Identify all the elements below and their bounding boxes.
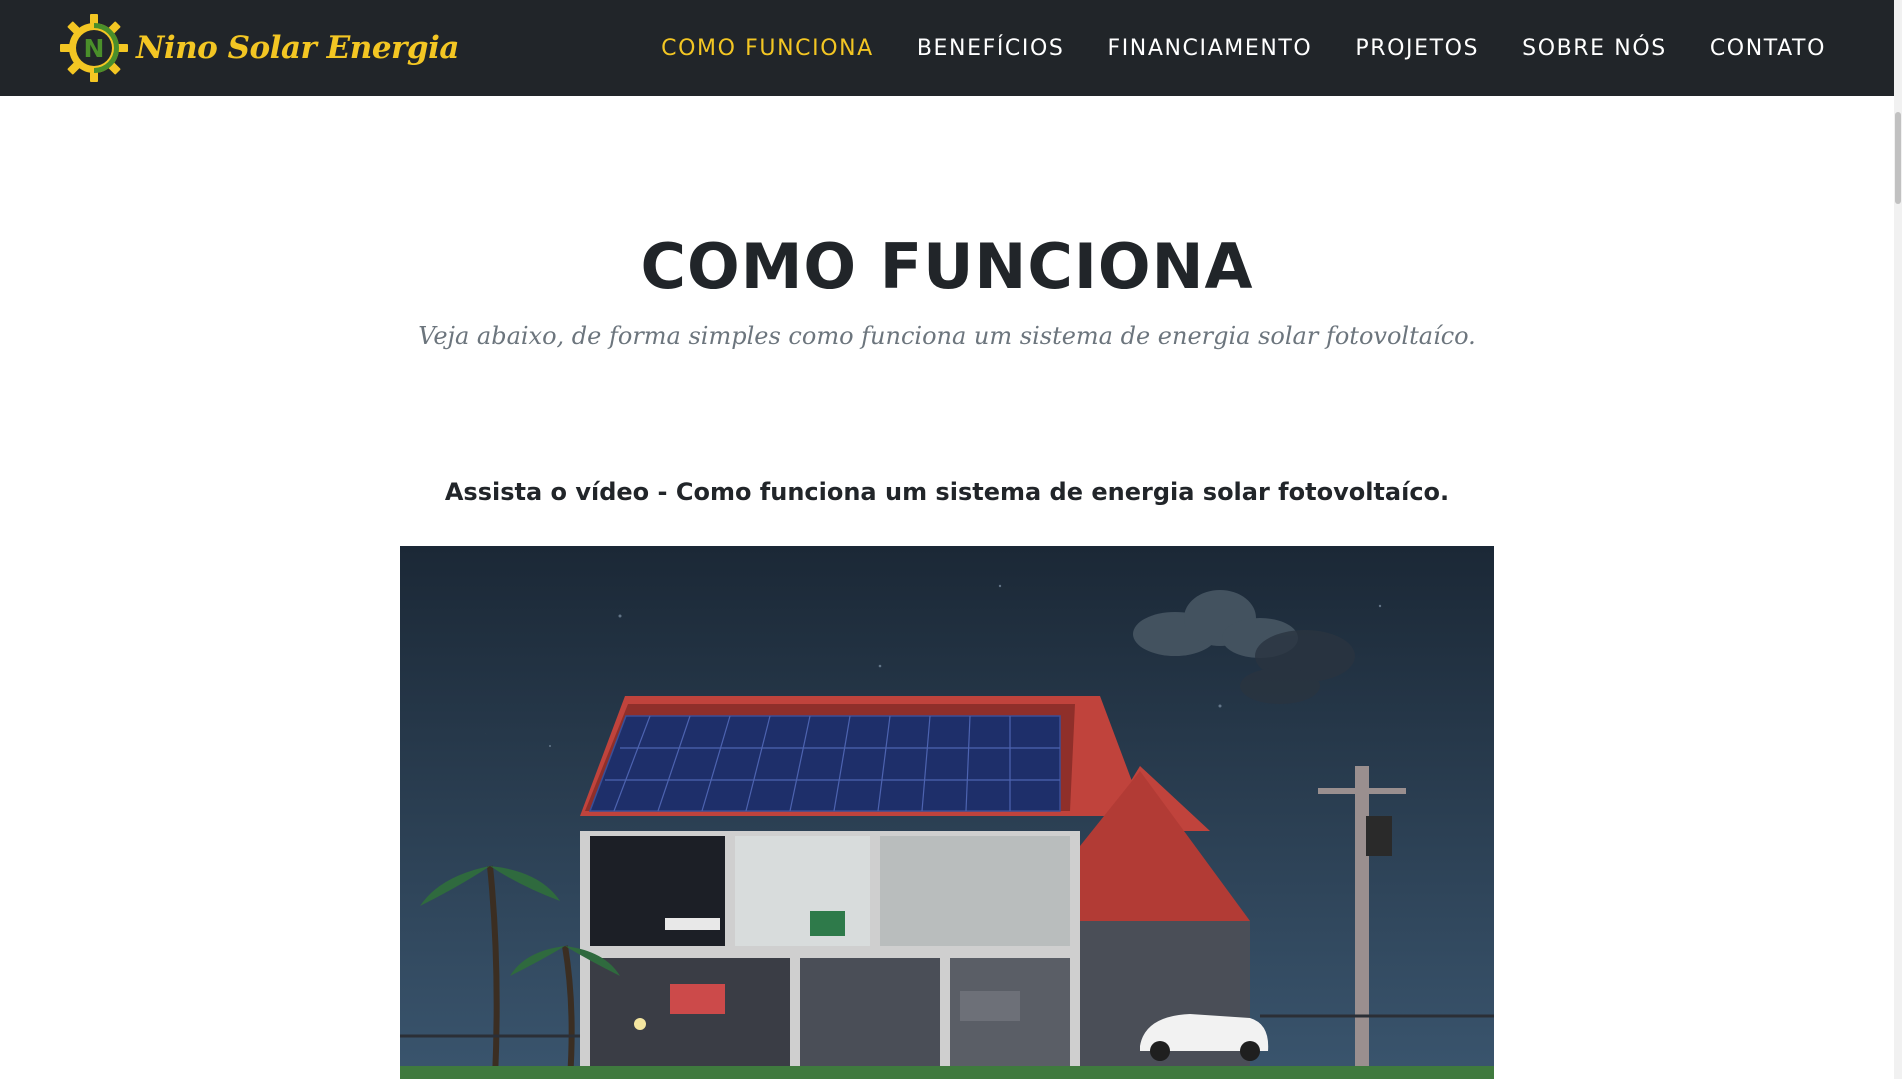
brand[interactable]: N Nino Solar Energia (60, 14, 459, 82)
navbar: N Nino Solar Energia COMO FUNCIONA BENEF… (0, 0, 1894, 96)
section-subtitle: Veja abaixo, de forma simples como funci… (418, 322, 1476, 350)
nav-link-financiamento[interactable]: FINANCIAMENTO (1107, 36, 1312, 61)
nav-link-beneficios[interactable]: BENEFÍCIOS (917, 36, 1065, 61)
brand-name: Nino Solar Energia (136, 30, 459, 66)
video-player[interactable] (400, 546, 1494, 1079)
logo-letter: N (84, 34, 105, 63)
video-thumbnail-solar-house (400, 546, 1494, 1079)
page-scrollbar[interactable] (1894, 0, 1902, 1079)
nav-link-projetos[interactable]: PROJETOS (1355, 36, 1479, 61)
nav-menu: COMO FUNCIONA BENEFÍCIOS FINANCIAMENTO P… (618, 0, 1826, 96)
scrollbar-thumb[interactable] (1895, 112, 1901, 204)
video-heading: Assista o vídeo - Como funciona um siste… (444, 478, 1450, 506)
sun-gear-logo-icon: N (60, 14, 128, 82)
nav-link-como-funciona[interactable]: COMO FUNCIONA (661, 36, 874, 61)
section-title: COMO FUNCIONA (640, 230, 1254, 303)
nav-link-sobre-nos[interactable]: SOBRE NÓS (1522, 36, 1667, 61)
nav-link-contato[interactable]: CONTATO (1710, 36, 1826, 61)
